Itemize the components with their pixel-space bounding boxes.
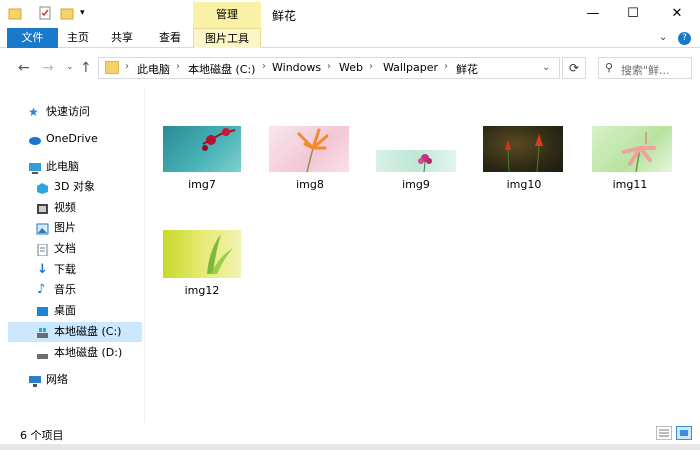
music-icon: ♪	[37, 282, 46, 297]
file-name: img12	[184, 284, 220, 297]
file-item[interactable]: img9	[372, 124, 468, 196]
file-thumbnail	[163, 126, 241, 172]
document-icon	[36, 243, 49, 257]
file-list: img7 img8 img9 img10 img11 img12	[146, 88, 700, 422]
file-thumbnail	[592, 126, 672, 173]
customize-toolbar-icon[interactable]: ▾	[80, 8, 85, 18]
breadcrumb-local-disk-c[interactable]: 本地磁盘 (C:)	[188, 61, 255, 77]
nav-item-documents[interactable]: 文档	[36, 239, 142, 259]
tab-picture-tools[interactable]: 图片工具	[193, 28, 261, 48]
file-name: img10	[506, 178, 542, 191]
context-tab-header: 管理	[193, 2, 261, 28]
picture-icon	[36, 222, 49, 235]
tab-view[interactable]: 查看	[152, 28, 188, 48]
address-row: ← → ⌄ ↑ › 此电脑 › 本地磁盘 (C:) › Windows › We…	[0, 48, 700, 88]
window-title: 鲜花	[272, 9, 297, 23]
close-button[interactable]: ✕	[654, 0, 700, 28]
file-item[interactable]: img7	[158, 124, 254, 196]
cube-icon	[36, 181, 49, 194]
nav-item-pictures[interactable]: 图片	[36, 218, 142, 238]
drive-c-icon	[36, 326, 49, 338]
search-input[interactable]: ⚲ 搜索"鲜...	[598, 57, 692, 79]
breadcrumb-windows[interactable]: Windows	[272, 61, 321, 74]
chevron-right-icon: ›	[327, 61, 331, 72]
chevron-right-icon: ›	[125, 61, 129, 72]
file-name: img7	[188, 178, 216, 191]
chevron-down-icon[interactable]: ⌄	[542, 62, 550, 73]
chevron-right-icon: ›	[176, 61, 180, 72]
file-item[interactable]: img12	[158, 228, 254, 300]
properties-icon[interactable]	[38, 6, 52, 23]
large-icons-view-button[interactable]	[676, 426, 692, 440]
nav-item-videos[interactable]: 视频	[36, 198, 142, 218]
nav-item-network[interactable]: 网络	[28, 370, 142, 390]
cloud-icon	[28, 133, 41, 145]
chevron-right-icon: ›	[444, 61, 448, 72]
file-thumbnail	[163, 230, 241, 278]
maximize-button[interactable]: ☐	[610, 0, 656, 28]
back-button[interactable]: ←	[18, 60, 30, 76]
address-bar[interactable]: › 此电脑 › 本地磁盘 (C:) › Windows › Web › Wall…	[98, 57, 560, 79]
folder-icon	[105, 61, 119, 74]
chevron-right-icon: ›	[369, 61, 373, 72]
nav-item-quick-access[interactable]: ★ 快速访问	[28, 102, 142, 122]
breadcrumb-current[interactable]: 鲜花	[456, 61, 478, 77]
tab-share[interactable]: 共享	[106, 28, 138, 48]
file-thumbnail	[269, 126, 349, 173]
item-count: 6 个项目	[20, 429, 64, 442]
desktop-icon	[36, 305, 49, 317]
up-button[interactable]: ↑	[80, 60, 92, 76]
expand-ribbon-icon[interactable]: ⌄	[659, 32, 667, 43]
download-icon: ↓	[37, 262, 48, 277]
breadcrumb-wallpaper[interactable]: Wallpaper	[383, 61, 438, 74]
drive-d-icon	[36, 347, 49, 359]
file-thumbnail	[483, 126, 563, 173]
file-thumbnail	[376, 150, 456, 173]
file-name: img9	[402, 178, 430, 191]
breadcrumb-this-pc[interactable]: 此电脑	[137, 61, 170, 77]
video-icon	[36, 202, 49, 214]
search-placeholder: 搜索"鲜...	[621, 64, 670, 77]
nav-item-onedrive[interactable]: OneDrive	[28, 129, 142, 149]
status-bar: 6 个项目	[0, 422, 700, 444]
file-name: img8	[296, 178, 324, 191]
tab-file[interactable]: 文件	[7, 28, 58, 48]
forward-button[interactable]: →	[42, 60, 54, 76]
new-folder-icon[interactable]	[60, 6, 74, 23]
nav-item-downloads[interactable]: ↓ 下载	[36, 260, 142, 280]
details-view-button[interactable]	[656, 426, 672, 440]
chevron-right-icon: ›	[262, 61, 266, 72]
file-name: img11	[612, 178, 648, 191]
star-icon: ★	[28, 105, 39, 119]
nav-item-this-pc[interactable]: 此电脑	[28, 157, 142, 177]
help-icon[interactable]: ?	[678, 32, 691, 45]
taskbar-edge	[0, 444, 700, 450]
network-icon	[28, 374, 41, 387]
ribbon-tabs: 文件 主页 共享 查看 图片工具 ⌄ ?	[0, 28, 700, 48]
file-item[interactable]: img10	[480, 124, 576, 196]
title-bar: ▾ 管理 鲜花 — ☐ ✕	[0, 0, 700, 28]
recent-locations-button[interactable]: ⌄	[66, 62, 74, 72]
nav-item-music[interactable]: ♪ 音乐	[36, 280, 142, 300]
file-item[interactable]: img8	[266, 124, 362, 196]
nav-item-local-disk-c[interactable]: 本地磁盘 (C:)	[8, 322, 142, 342]
breadcrumb-web[interactable]: Web	[339, 61, 363, 74]
folder-app-icon	[8, 6, 22, 23]
search-icon: ⚲	[605, 61, 614, 74]
navigation-pane: ★ 快速访问 OneDrive 此电脑 3D 对象 视频 图片 文档 ↓ 下载 …	[0, 88, 145, 422]
nav-item-local-disk-d[interactable]: 本地磁盘 (D:)	[36, 343, 142, 363]
file-item[interactable]: img11	[586, 124, 682, 196]
nav-item-3d-objects[interactable]: 3D 对象	[36, 177, 142, 197]
refresh-button[interactable]: ⟳	[562, 57, 586, 79]
nav-item-desktop[interactable]: 桌面	[36, 301, 142, 321]
tab-home[interactable]: 主页	[62, 28, 94, 48]
computer-icon	[28, 161, 41, 174]
